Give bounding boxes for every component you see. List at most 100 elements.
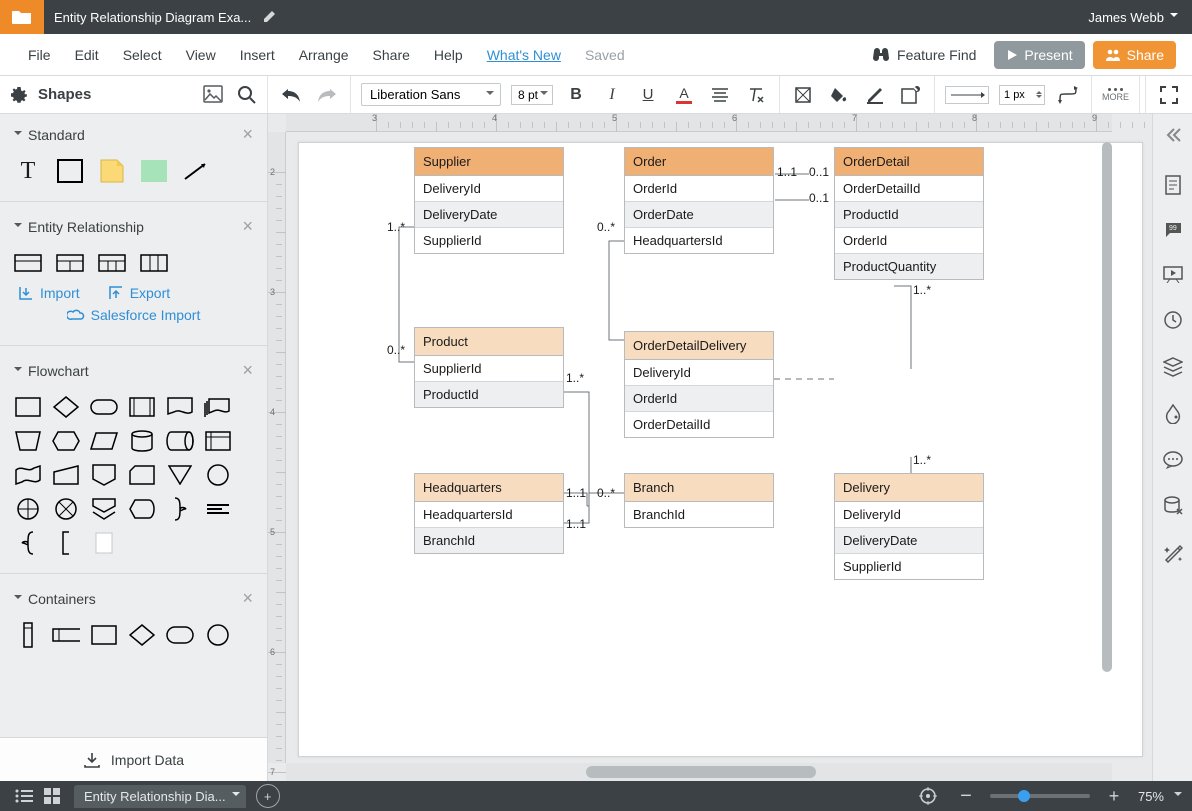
er-shape-4[interactable]: [140, 251, 168, 275]
entity-row[interactable]: OrderId: [625, 176, 773, 202]
menu-insert[interactable]: Insert: [228, 47, 287, 63]
entity-row[interactable]: DeliveryDate: [835, 528, 983, 554]
entity-row[interactable]: ProductQuantity: [835, 254, 983, 279]
menu-edit[interactable]: Edit: [63, 47, 111, 63]
fc-display[interactable]: [128, 497, 156, 521]
search-icon[interactable]: [237, 85, 257, 105]
section-flowchart[interactable]: Flowchart×: [12, 350, 255, 391]
share-button[interactable]: Share: [1093, 41, 1176, 69]
fc-brace-l[interactable]: [14, 531, 42, 555]
chat-icon[interactable]: [1163, 451, 1183, 474]
page[interactable]: Supplier DeliveryId DeliveryDate Supplie…: [298, 142, 1143, 757]
entity-order[interactable]: Order OrderId OrderDate HeadquartersId: [624, 147, 774, 254]
arrow-shape[interactable]: [182, 159, 210, 183]
fc-diamond[interactable]: [52, 395, 80, 419]
entity-branch[interactable]: Branch BranchId: [624, 473, 774, 528]
entity-row[interactable]: OrderId: [625, 386, 773, 412]
history-icon[interactable]: [1163, 310, 1183, 335]
close-icon[interactable]: ×: [242, 124, 253, 145]
italic-button[interactable]: I: [599, 82, 625, 108]
horizontal-scrollbar[interactable]: [286, 763, 1112, 781]
close-icon[interactable]: ×: [242, 588, 253, 609]
gear-icon[interactable]: [10, 86, 28, 104]
fc-swatch[interactable]: [90, 531, 118, 555]
entity-row[interactable]: SupplierId: [415, 228, 563, 253]
undo-button[interactable]: [278, 82, 304, 108]
entity-row[interactable]: DeliveryId: [625, 360, 773, 386]
cont-2[interactable]: [52, 623, 80, 647]
fc-brace-r[interactable]: [166, 497, 194, 521]
section-containers[interactable]: Containers×: [12, 578, 255, 619]
section-standard[interactable]: Standard×: [12, 114, 255, 155]
grid-view-icon[interactable]: [38, 785, 66, 807]
rect-shape[interactable]: [56, 159, 84, 183]
comment-icon[interactable]: 99: [1164, 222, 1182, 243]
fullscreen-button[interactable]: [1156, 82, 1182, 108]
block-shape[interactable]: [140, 159, 168, 183]
entity-product[interactable]: Product SupplierId ProductId: [414, 327, 564, 408]
fc-offpage[interactable]: [90, 463, 118, 487]
fc-predef[interactable]: [128, 395, 156, 419]
er-shape-2[interactable]: [56, 251, 84, 275]
note-shape[interactable]: [98, 159, 126, 183]
entity-row[interactable]: ProductId: [415, 382, 563, 407]
shapefill-button[interactable]: [790, 82, 816, 108]
page-tab[interactable]: Entity Relationship Dia...: [74, 785, 246, 808]
fc-bracket[interactable]: [52, 531, 80, 555]
export-link[interactable]: Export: [108, 285, 170, 301]
fc-data[interactable]: [90, 429, 118, 453]
fc-rect[interactable]: [14, 395, 42, 419]
cont-1[interactable]: [14, 623, 42, 647]
zoom-label[interactable]: 75%: [1138, 789, 1164, 804]
cont-3[interactable]: [90, 623, 118, 647]
bold-button[interactable]: B: [563, 82, 589, 108]
entity-row[interactable]: DeliveryId: [835, 502, 983, 528]
fontsize-select[interactable]: 8 pt: [511, 85, 553, 105]
clearformat-button[interactable]: [743, 82, 769, 108]
font-select[interactable]: Liberation Sans: [361, 83, 501, 106]
salesforce-import[interactable]: Salesforce Import: [12, 303, 255, 331]
list-view-icon[interactable]: [10, 785, 38, 807]
fc-connector[interactable]: [204, 463, 232, 487]
canvas[interactable]: Supplier DeliveryId DeliveryDate Supplie…: [268, 114, 1152, 781]
shapeopts-button[interactable]: [898, 82, 924, 108]
fc-sum[interactable]: [14, 497, 42, 521]
entity-orderdetail[interactable]: OrderDetail OrderDetailId ProductId Orde…: [834, 147, 984, 280]
folder-icon[interactable]: [0, 0, 44, 34]
close-icon[interactable]: ×: [242, 360, 253, 381]
menu-file[interactable]: File: [16, 47, 63, 63]
fc-manual[interactable]: [14, 429, 42, 453]
entity-row[interactable]: DeliveryDate: [415, 202, 563, 228]
linestyle-button[interactable]: [945, 86, 989, 104]
fc-or[interactable]: [52, 497, 80, 521]
entity-row[interactable]: OrderId: [835, 228, 983, 254]
entity-row[interactable]: OrderDetailId: [625, 412, 773, 437]
linetype-button[interactable]: [1055, 82, 1081, 108]
close-icon[interactable]: ×: [242, 216, 253, 237]
layers-icon[interactable]: [1163, 357, 1183, 382]
user-menu[interactable]: James Webb: [1088, 10, 1192, 25]
linewidth-input[interactable]: 1 px: [999, 85, 1045, 105]
feature-find[interactable]: Feature Find: [871, 47, 976, 63]
image-icon[interactable]: [203, 85, 223, 103]
entity-row[interactable]: BranchId: [625, 502, 773, 527]
entity-row[interactable]: DeliveryId: [415, 176, 563, 202]
entity-orderdetaildelivery[interactable]: OrderDetailDelivery DeliveryId OrderId O…: [624, 331, 774, 438]
fc-internal[interactable]: [204, 429, 232, 453]
zoom-in-button[interactable]: +: [1100, 785, 1128, 807]
import-data-button[interactable]: Import Data: [0, 737, 267, 781]
menu-whats-new[interactable]: What's New: [475, 47, 573, 63]
menu-arrange[interactable]: Arrange: [287, 47, 361, 63]
menu-select[interactable]: Select: [111, 47, 174, 63]
doc-title[interactable]: Entity Relationship Diagram Exa...: [44, 10, 251, 25]
fc-doc[interactable]: [166, 395, 194, 419]
er-shape-3[interactable]: [98, 251, 126, 275]
more-button[interactable]: MORE: [1102, 88, 1129, 102]
bucket-button[interactable]: [826, 82, 852, 108]
cont-4[interactable]: [128, 623, 156, 647]
cont-5[interactable]: [166, 623, 194, 647]
vertical-scrollbar[interactable]: [1100, 132, 1112, 763]
data-icon[interactable]: [1163, 496, 1183, 521]
fc-paper[interactable]: [14, 463, 42, 487]
border-button[interactable]: [862, 82, 888, 108]
